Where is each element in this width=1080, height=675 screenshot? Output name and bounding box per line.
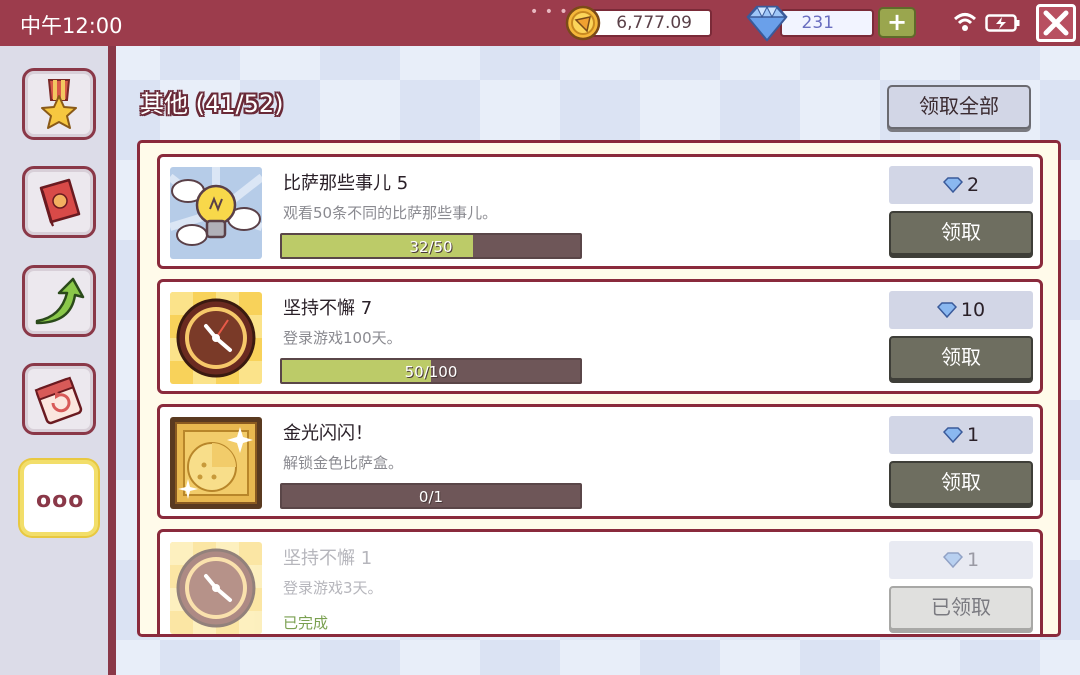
top-bar: 中午12:00 • • • 6,777.09 231 + <box>0 0 1080 46</box>
claim-button[interactable]: 领取 <box>889 211 1033 255</box>
clock-icon <box>170 542 262 634</box>
claim-button[interactable]: 领取 <box>889 336 1033 380</box>
achievement-description: 登录游戏3天。 <box>283 579 383 597</box>
coin-icon <box>565 5 601 41</box>
calendar-icon <box>34 376 83 425</box>
progress-bar: 0/1 <box>280 483 582 509</box>
reward-badge: 10 <box>889 291 1033 329</box>
reward-amount: 2 <box>966 174 980 196</box>
reward-badge: 1 <box>889 416 1033 454</box>
coin-amount: 6,777.09 <box>616 13 692 33</box>
drag-handle[interactable]: • • • <box>530 4 569 20</box>
medal-icon <box>41 79 77 129</box>
claim-all-button[interactable]: 领取全部 <box>887 85 1031 129</box>
sidebar-item-book[interactable] <box>22 166 96 238</box>
buy-gems-button[interactable]: + <box>878 7 916 38</box>
gem-counter: 231 <box>780 9 874 37</box>
battery-icon <box>985 14 1020 32</box>
achievement-card: 坚持不懈 1 登录游戏3天。 已完成 1 已领取 <box>157 529 1043 634</box>
sidebar-item-calendar[interactable] <box>22 363 96 435</box>
achievement-name: 比萨那些事儿 5 <box>283 173 409 194</box>
sidebar-item-more[interactable]: ooo <box>20 460 98 536</box>
claim-button[interactable]: 领取 <box>889 461 1033 505</box>
achievement-description: 观看50条不同的比萨那些事儿。 <box>283 204 498 222</box>
more-icon: ooo <box>36 488 85 513</box>
reward-amount: 10 <box>960 299 986 321</box>
coin-counter: 6,777.09 <box>590 9 712 37</box>
close-button[interactable] <box>1036 4 1076 42</box>
reward-amount: 1 <box>966 424 980 446</box>
achievement-card: 比萨那些事儿 5 观看50条不同的比萨那些事儿。 32/50 2 领取 <box>157 154 1043 269</box>
reward-badge: 2 <box>889 166 1033 204</box>
gem-amount: 231 <box>801 13 834 33</box>
progress-text: 50/100 <box>404 363 458 381</box>
sidebar-item-upgrade[interactable] <box>22 265 96 337</box>
progress-text: 32/50 <box>409 238 453 256</box>
close-icon <box>1043 10 1069 36</box>
sidebar <box>0 46 110 675</box>
achievement-name: 坚持不懈 7 <box>283 298 373 319</box>
diamond-icon <box>942 177 963 194</box>
diamond-icon <box>942 427 963 444</box>
progress-bar: 32/50 <box>280 233 582 259</box>
achievement-name: 坚持不懈 1 <box>283 548 373 569</box>
diamond-icon <box>936 302 957 319</box>
lightbulb-icon <box>170 167 262 259</box>
progress-bar: 50/100 <box>280 358 582 384</box>
progress-text: 0/1 <box>418 488 444 506</box>
section-title: 其他 (41/52) <box>140 90 284 118</box>
reward-badge: 1 <box>889 541 1033 579</box>
achievement-card: 坚持不懈 7 登录游戏100天。 50/100 10 领取 <box>157 279 1043 394</box>
completed-status: 已完成 <box>283 614 329 632</box>
book-icon <box>39 178 81 227</box>
achievement-description: 解锁金色比萨盒。 <box>283 454 404 472</box>
achievement-name: 金光闪闪！ <box>283 423 373 444</box>
diamond-icon <box>942 552 963 569</box>
status-time: 中午12:00 <box>20 14 123 38</box>
golden-pizza-box-icon <box>170 417 262 509</box>
achievement-list[interactable]: 比萨那些事儿 5 观看50条不同的比萨那些事儿。 32/50 2 领取 坚持不懈… <box>137 140 1061 637</box>
achievement-description: 登录游戏100天。 <box>283 329 402 347</box>
sidebar-divider <box>108 46 116 675</box>
sidebar-item-medals[interactable] <box>22 68 96 140</box>
clock-icon <box>170 292 262 384</box>
achievement-card: 金光闪闪！ 解锁金色比萨盒。 0/1 1 领取 <box>157 404 1043 519</box>
reward-amount: 1 <box>966 549 980 571</box>
up-arrow-icon <box>35 277 85 325</box>
diamond-icon <box>746 5 788 42</box>
wifi-icon <box>953 13 977 31</box>
claimed-button[interactable]: 已领取 <box>889 586 1033 630</box>
